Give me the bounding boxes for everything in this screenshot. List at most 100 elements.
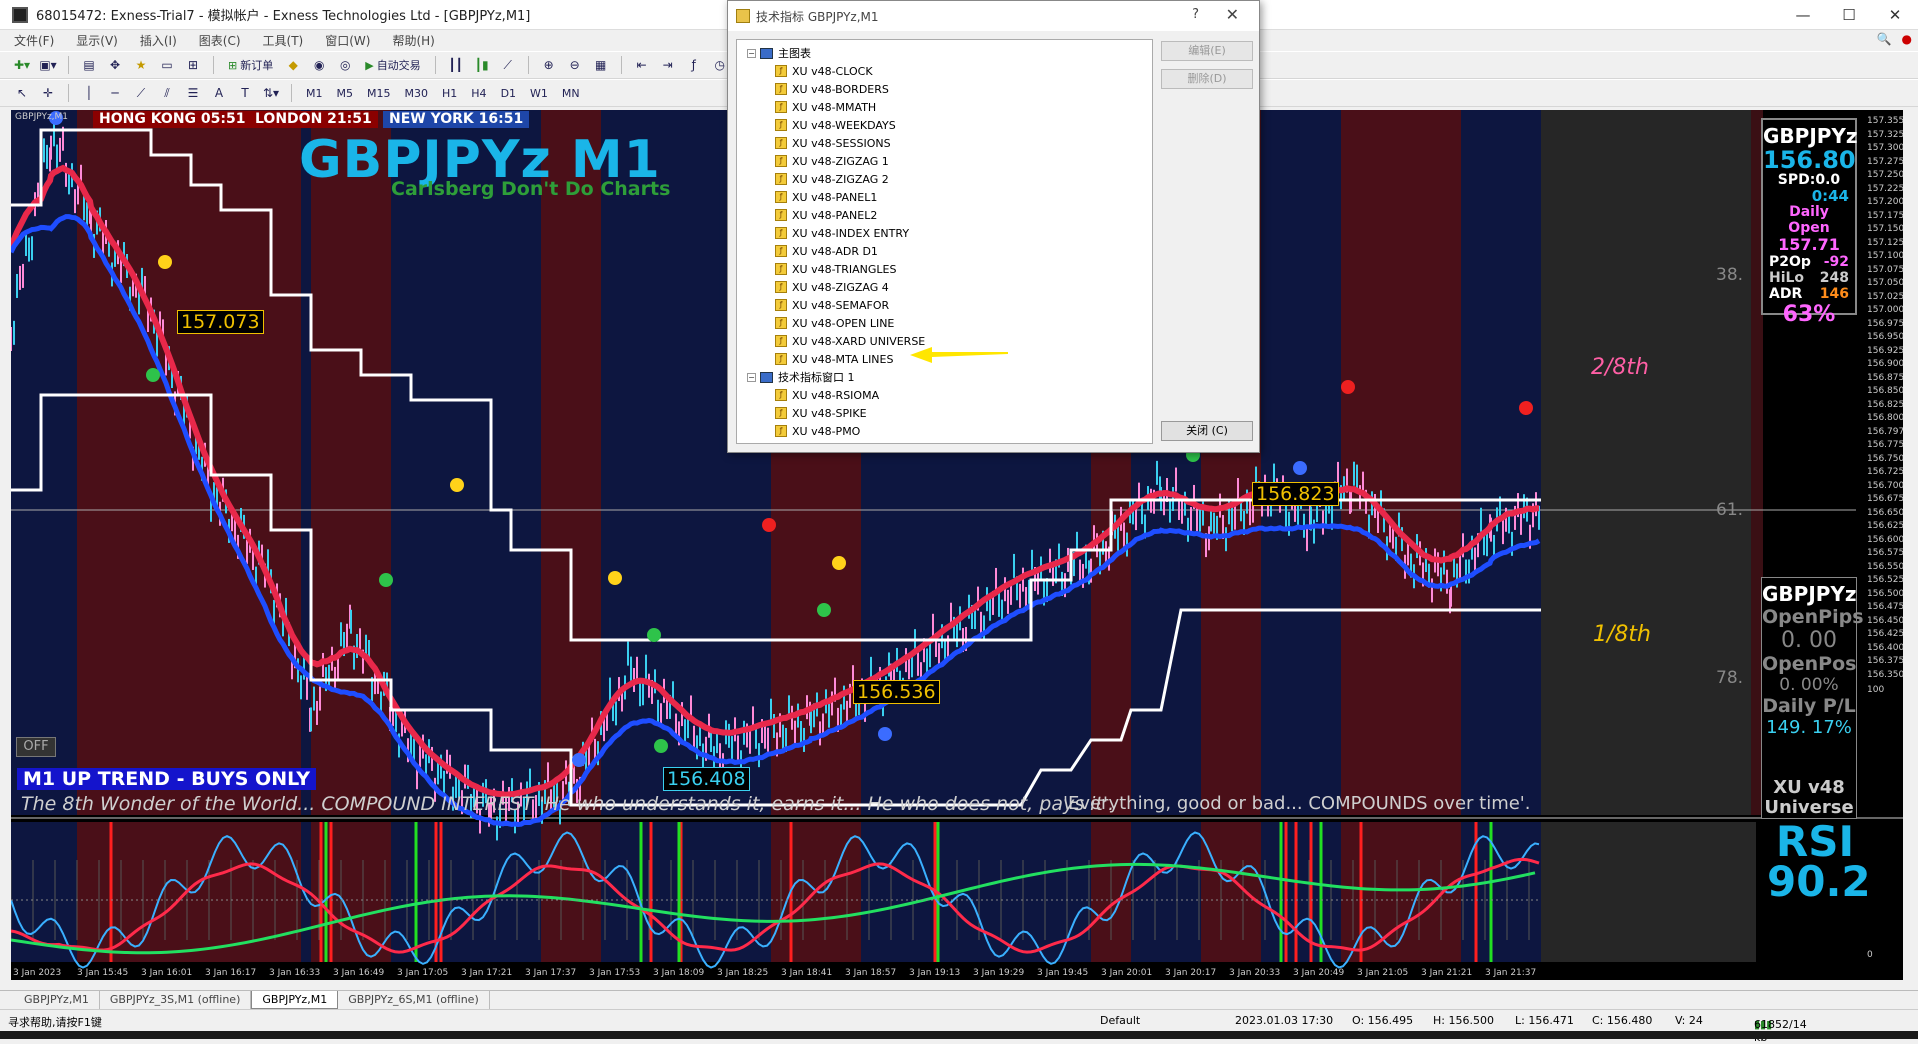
tree-item-xu-v48-clock[interactable]: ƒ XU v48-CLOCK — [737, 62, 1152, 80]
price-tick: 156.425 — [1867, 629, 1903, 640]
price-tick: 156.575 — [1867, 548, 1903, 559]
fib-label-1-8: 1/8th — [1593, 622, 1651, 647]
indicator-icon: ƒ — [775, 155, 787, 167]
vertical-line-icon[interactable]: │ — [79, 83, 99, 103]
timeframe-h1[interactable]: H1 — [438, 83, 461, 103]
market-icon[interactable]: ◎ — [335, 55, 355, 75]
timeframe-h4[interactable]: H4 — [467, 83, 490, 103]
market-watch-icon[interactable]: ▤ — [79, 55, 99, 75]
zoom-out-icon[interactable]: ⊖ — [565, 55, 585, 75]
menu-tools[interactable]: 工具(T) — [263, 32, 304, 49]
crosshair-icon[interactable]: ✛ — [38, 83, 58, 103]
tree-main-chart[interactable]: − 主图表 — [737, 44, 1152, 62]
dialog-close-button[interactable]: 关闭 (C) — [1161, 421, 1253, 441]
tree-item-xu-v48-rsioma[interactable]: ƒ XU v48-RSIOMA — [737, 386, 1152, 404]
tree-item-xu-v48-weekdays[interactable]: ƒ XU v48-WEEKDAYS — [737, 116, 1152, 134]
time-tick: 3 Jan 2023 — [13, 968, 62, 978]
timeframe-m1[interactable]: M1 — [302, 83, 327, 103]
status-close: C: 156.480 — [1592, 1014, 1653, 1027]
tester-icon[interactable]: ⊞ — [183, 55, 203, 75]
menu-file[interactable]: 文件(F) — [14, 32, 54, 49]
cursor-icon[interactable]: ↖ — [12, 83, 32, 103]
timeframe-m15[interactable]: M15 — [363, 83, 395, 103]
edit-button[interactable]: 编辑(E) — [1161, 41, 1253, 61]
bar-chart-icon[interactable]: ┃┃ — [446, 55, 466, 75]
dialog-help-button[interactable]: ? — [1192, 7, 1199, 22]
tree-item-xu-v48-adr-d1[interactable]: ƒ XU v48-ADR D1 — [737, 242, 1152, 260]
text-icon[interactable]: A — [209, 83, 229, 103]
info-price: 156.80 — [1763, 146, 1856, 174]
close-window-button[interactable]: ✕ — [1872, 0, 1918, 30]
indicator-icon: ƒ — [775, 173, 787, 185]
tree-item-xu-v48-spike[interactable]: ƒ XU v48-SPIKE — [737, 404, 1152, 422]
chart-subtitle: Carlsberg Don't Do Charts — [391, 178, 671, 200]
chart-shift-icon[interactable]: ⇥ — [658, 55, 678, 75]
data-window-icon[interactable]: ✥ — [105, 55, 125, 75]
menu-window[interactable]: 窗口(W) — [325, 32, 370, 49]
channel-icon[interactable]: ⫽ — [157, 83, 177, 103]
dialog-close-icon[interactable]: ✕ — [1226, 5, 1239, 24]
indicator-tree[interactable]: − 主图表 ƒ XU v48-CLOCK ƒ XU v48-BORDERS ƒ XU v4… — [736, 39, 1153, 444]
timeframe-mn[interactable]: MN — [558, 83, 584, 103]
timeframe-m30[interactable]: M30 — [401, 83, 433, 103]
timeframe-m5[interactable]: M5 — [333, 83, 358, 103]
menu-insert[interactable]: 插入(I) — [140, 32, 177, 49]
tile-windows-icon[interactable]: ▦ — [591, 55, 611, 75]
tree-item-xu-v48-semafor[interactable]: ƒ XU v48-SEMAFOR — [737, 296, 1152, 314]
candlestick-icon[interactable]: ┃▮ — [472, 55, 492, 75]
new-chart-icon[interactable]: ✚▾ — [12, 55, 32, 75]
trendline-icon[interactable]: ⟋ — [131, 83, 151, 103]
menu-charts[interactable]: 图表(C) — [199, 32, 241, 49]
tree-item-xu-v48-triangles[interactable]: ƒ XU v48-TRIANGLES — [737, 260, 1152, 278]
minimize-button[interactable]: — — [1780, 0, 1826, 30]
timeframe-w1[interactable]: W1 — [526, 83, 552, 103]
metaeditor-icon[interactable]: ◆ — [283, 55, 303, 75]
menu-help[interactable]: 帮助(H) — [392, 32, 434, 49]
profiles-icon[interactable]: ▣▾ — [38, 55, 58, 75]
time-tick: 3 Jan 19:29 — [973, 968, 1025, 978]
zoom-in-icon[interactable]: ⊕ — [539, 55, 559, 75]
horizontal-line-icon[interactable]: ─ — [105, 83, 125, 103]
terminal-icon[interactable]: ▭ — [157, 55, 177, 75]
collapse-icon[interactable]: − — [747, 372, 756, 382]
indicators-icon[interactable]: ƒ — [684, 55, 704, 75]
new-order-button[interactable]: ⊞ 新订单 — [224, 55, 277, 75]
indicator-icon: ƒ — [775, 425, 787, 437]
tree-item-xu-v48-zigzag-4[interactable]: ƒ XU v48-ZIGZAG 4 — [737, 278, 1152, 296]
semafor-dot — [1293, 461, 1307, 475]
tree-item-xu-v48-pmo[interactable]: ƒ XU v48-PMO — [737, 422, 1152, 440]
time-tick: 3 Jan 15:45 — [77, 968, 129, 978]
signals-icon[interactable]: ◉ — [309, 55, 329, 75]
tree-item-xu-v48-zigzag-1[interactable]: ƒ XU v48-ZIGZAG 1 — [737, 152, 1152, 170]
tab-gbpjpyz-m1-active[interactable]: GBPJPYz,M1 — [251, 991, 339, 1009]
maximize-button[interactable]: ☐ — [1826, 0, 1872, 30]
tree-item-xu-v48-panel2[interactable]: ƒ XU v48-PANEL2 — [737, 206, 1152, 224]
notification-icon[interactable]: ● — [1902, 32, 1912, 46]
delete-button[interactable]: 删除(D) — [1161, 69, 1253, 89]
navigator-icon[interactable]: ★ — [131, 55, 151, 75]
timeframe-d1[interactable]: D1 — [497, 83, 520, 103]
fibonacci-icon[interactable]: ☰ — [183, 83, 203, 103]
off-button[interactable]: OFF — [16, 737, 56, 757]
search-icon[interactable]: 🔍 — [1877, 32, 1892, 46]
time-tick: 3 Jan 18:41 — [781, 968, 833, 978]
text-label-icon[interactable]: T — [235, 83, 255, 103]
auto-trading-button[interactable]: ▶ 自动交易 — [361, 55, 424, 75]
tree-item-xu-v48-borders[interactable]: ƒ XU v48-BORDERS — [737, 80, 1152, 98]
tree-item-xu-v48-panel1[interactable]: ƒ XU v48-PANEL1 — [737, 188, 1152, 206]
auto-scroll-icon[interactable]: ⇤ — [632, 55, 652, 75]
tree-item-xu-v48-open-line[interactable]: ƒ XU v48-OPEN LINE — [737, 314, 1152, 332]
menu-view[interactable]: 显示(V) — [76, 32, 118, 49]
tree-item-xu-v48-sessions[interactable]: ƒ XU v48-SESSIONS — [737, 134, 1152, 152]
tree-item-xu-v48-mmath[interactable]: ƒ XU v48-MMATH — [737, 98, 1152, 116]
tree-item-xu-v48-zigzag-2[interactable]: ƒ XU v48-ZIGZAG 2 — [737, 170, 1152, 188]
session-band — [541, 110, 601, 815]
collapse-icon[interactable]: − — [747, 48, 756, 58]
line-chart-icon[interactable]: ⟋ — [498, 55, 518, 75]
tab-gbpjpyz-m1[interactable]: GBPJPYz,M1 — [14, 991, 100, 1009]
arrows-icon[interactable]: ⇅▾ — [261, 83, 281, 103]
tree-item-xu-v48-index-entry[interactable]: ƒ XU v48-INDEX ENTRY — [737, 224, 1152, 242]
tab-gbpjpyz-3s[interactable]: GBPJPYz_3S,M1 (offline) — [100, 991, 252, 1009]
tree-indicator-window[interactable]: − 技术指标窗口 1 — [737, 368, 1152, 386]
tab-gbpjpyz-6s[interactable]: GBPJPYz_6S,M1 (offline) — [338, 991, 490, 1009]
